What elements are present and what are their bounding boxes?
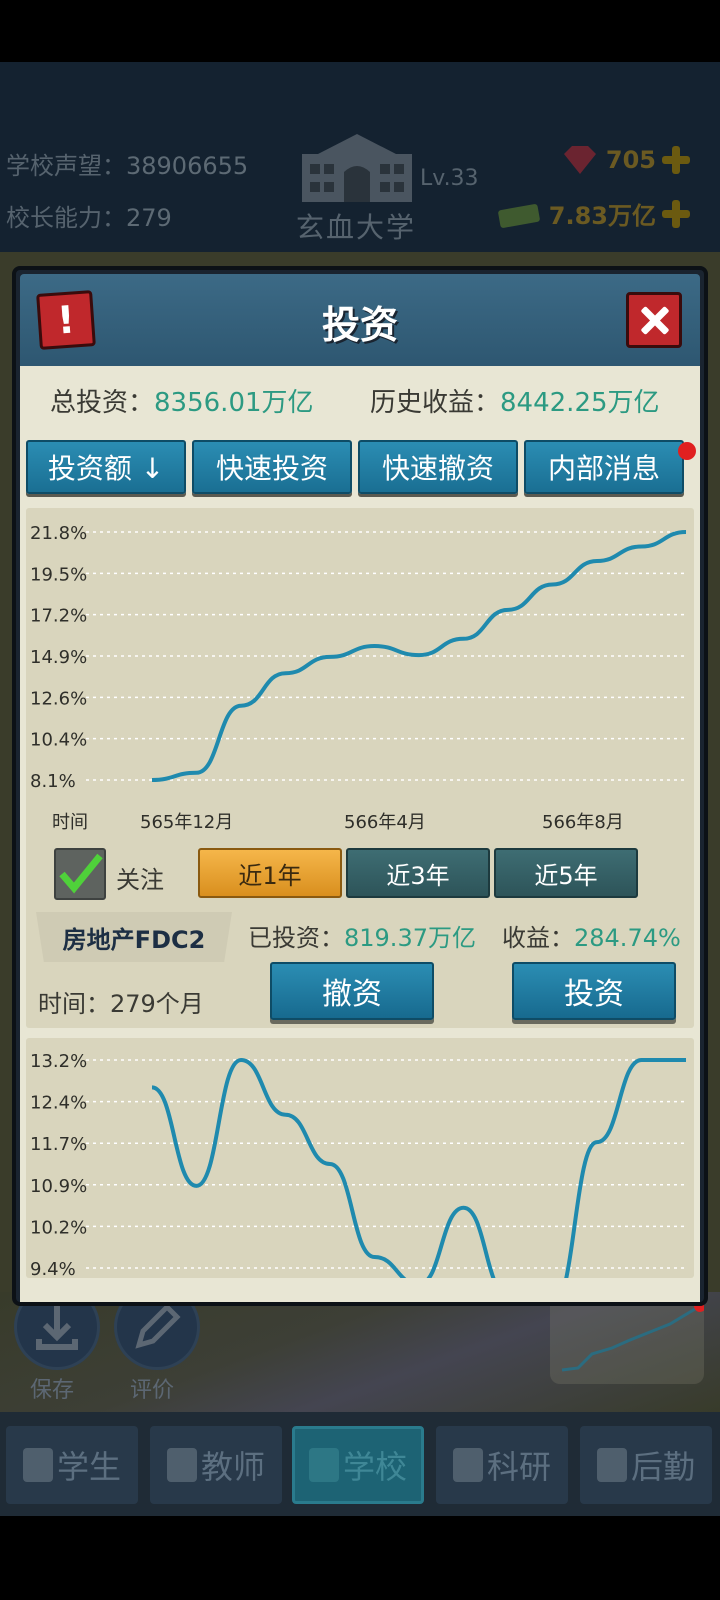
- tab-label: 学校: [342, 1448, 407, 1486]
- tab-label: 后勤: [630, 1448, 695, 1486]
- time-value: 279个月: [110, 990, 204, 1018]
- main-chart-panel: 21.8% 19.5% 17.2% 14.9% 12.6% 10.4% 8.1% 时间 56…: [26, 508, 694, 1028]
- time-label: 时间：: [38, 990, 110, 1018]
- cash-icon: [497, 203, 540, 228]
- save-label: 保存: [30, 1378, 75, 1403]
- add-gems-icon[interactable]: [662, 146, 690, 174]
- flask-icon: [452, 1448, 483, 1482]
- period-5y-button[interactable]: 近5年: [494, 848, 638, 898]
- x-tick-label: 565年12月: [140, 812, 233, 833]
- clipboard-icon: [596, 1448, 627, 1482]
- history-return: 历史收益：8442.25万亿: [370, 382, 660, 419]
- total-investment: 总投资：8356.01万亿: [50, 382, 314, 419]
- status-bar: [0, 0, 720, 62]
- x-axis: 时间 565年12月 566年4月 566年8月: [52, 812, 624, 833]
- gem-icon: [563, 146, 596, 174]
- investment-dialog: ! 投资 总投资：8356.01万亿 历史收益：8442.25万亿 投资额 ↓ …: [12, 266, 708, 1306]
- total-investment-label: 总投资：: [50, 388, 155, 418]
- y-tick-label: 19.5%: [30, 564, 87, 585]
- add-money-icon[interactable]: [662, 199, 690, 228]
- top-hud: 学校声望：38906655 校长能力：279 Lv.33 玄血大学 705 7.…: [0, 62, 720, 252]
- secondary-line-chart[interactable]: 13.2% 12.4% 11.7% 10.9% 10.2% 9.4%: [26, 1038, 694, 1278]
- insider-news-button[interactable]: 内部消息: [524, 440, 684, 494]
- quick-withdraw-button[interactable]: 快速撤资: [358, 440, 518, 494]
- y-tick-label: 9.4%: [30, 1259, 76, 1278]
- quick-invest-button[interactable]: 快速投资: [192, 440, 352, 494]
- hold-time: 时间：279个月: [38, 984, 204, 1019]
- x-tick-label: 566年4月: [344, 812, 426, 833]
- school-name: 玄血大学: [296, 211, 417, 244]
- gem-value: 705: [605, 146, 656, 174]
- tab-school[interactable]: 学校: [292, 1426, 424, 1504]
- invested-amount: 已投资：819.37万亿: [248, 918, 476, 953]
- student-icon: [22, 1448, 53, 1482]
- x-tick-label: 566年8月: [542, 812, 624, 833]
- y-tick-label: 17.2%: [30, 606, 87, 627]
- teacher-icon: [166, 1448, 197, 1482]
- invest-button[interactable]: 投资: [512, 962, 676, 1020]
- dialog-header: ! 投资: [20, 274, 700, 370]
- system-nav-bar: [0, 1516, 720, 1600]
- y-tick-label: 14.9%: [30, 647, 87, 668]
- review-label: 评价: [130, 1378, 175, 1403]
- tab-research[interactable]: 科研: [436, 1426, 568, 1504]
- invest-amount-button[interactable]: 投资额 ↓: [26, 440, 186, 494]
- y-tick-label: 12.4%: [30, 1093, 87, 1114]
- y-tick-label: 11.7%: [30, 1134, 87, 1155]
- y-tick-label: 10.4%: [30, 730, 87, 751]
- history-return-value: 8442.25万亿: [500, 388, 660, 418]
- withdraw-button[interactable]: 撤资: [270, 962, 434, 1020]
- tab-students[interactable]: 学生: [6, 1426, 138, 1504]
- follow-checkbox[interactable]: [54, 848, 106, 900]
- gem-counter: 705: [560, 144, 690, 176]
- period-1y-button[interactable]: 近1年: [198, 848, 342, 898]
- return-rate: 收益：284.74%: [502, 918, 681, 953]
- y-tick-label: 13.2%: [30, 1051, 87, 1072]
- close-icon[interactable]: [626, 292, 682, 348]
- ability-stat: 校长能力：279: [6, 198, 172, 233]
- follow-label: 关注: [116, 866, 164, 894]
- y-tick-label: 10.2%: [30, 1217, 87, 1238]
- ability-value: 279: [126, 204, 172, 232]
- money-value: 7.83万亿: [548, 202, 656, 230]
- dialog-body: 总投资：8356.01万亿 历史收益：8442.25万亿 投资额 ↓ 快速投资 …: [20, 366, 700, 1302]
- y-tick-label: 21.8%: [30, 523, 87, 544]
- tab-teachers[interactable]: 教师: [150, 1426, 282, 1504]
- school-level: Lv.33: [420, 166, 479, 191]
- y-tick-label: 12.6%: [30, 688, 87, 709]
- money-counter: 7.83万亿: [497, 196, 690, 231]
- tab-label: 教师: [200, 1448, 265, 1486]
- tab-label: 学生: [56, 1448, 121, 1486]
- stock-name-tag: 房地产FDC2: [36, 912, 232, 962]
- tab-logistics[interactable]: 后勤: [580, 1426, 712, 1504]
- reputation-label: 学校声望：: [6, 152, 126, 180]
- school-building-icon[interactable]: [298, 132, 416, 204]
- invested-value: 819.37万亿: [344, 924, 476, 952]
- tab-label: 科研: [486, 1448, 551, 1486]
- y-tick-label: 10.9%: [30, 1176, 87, 1197]
- invested-label: 已投资：: [248, 924, 344, 952]
- history-return-label: 历史收益：: [370, 388, 501, 418]
- secondary-chart-panel: 13.2% 12.4% 11.7% 10.9% 10.2% 9.4%: [26, 1038, 694, 1278]
- ability-label: 校长能力：: [6, 204, 126, 232]
- bottom-tab-bar: 学生 教师 学校 科研 后勤: [0, 1412, 720, 1516]
- period-3y-button[interactable]: 近3年: [346, 848, 490, 898]
- total-investment-value: 8356.01万亿: [154, 388, 314, 418]
- reputation-value: 38906655: [126, 152, 249, 180]
- yield-line-chart[interactable]: 21.8% 19.5% 17.2% 14.9% 12.6% 10.4% 8.1%: [26, 508, 694, 838]
- return-value: 284.74%: [574, 924, 681, 952]
- x-axis-label: 时间: [52, 812, 88, 833]
- notification-dot: [678, 442, 696, 460]
- series-line: [151, 1057, 686, 1278]
- reputation-stat: 学校声望：38906655: [6, 146, 248, 181]
- dialog-title: 投资: [321, 303, 398, 347]
- checkmark-icon: [59, 853, 103, 894]
- y-tick-label: 8.1%: [30, 771, 76, 792]
- return-label: 收益：: [502, 924, 574, 952]
- school-icon: [308, 1448, 339, 1482]
